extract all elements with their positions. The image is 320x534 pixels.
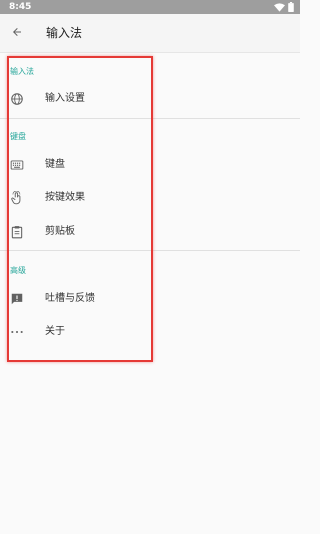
highlight-box [7, 56, 153, 362]
status-time: 8:45 [9, 2, 32, 12]
status-bar: 8:45 [0, 0, 300, 14]
back-button[interactable] [6, 21, 28, 43]
arrow-left-icon [13, 28, 21, 36]
app-bar: 输入法 [0, 14, 300, 53]
wifi-icon [274, 2, 285, 12]
page-title: 输入法 [46, 26, 83, 40]
status-icons [274, 2, 294, 12]
battery-icon [288, 2, 294, 12]
